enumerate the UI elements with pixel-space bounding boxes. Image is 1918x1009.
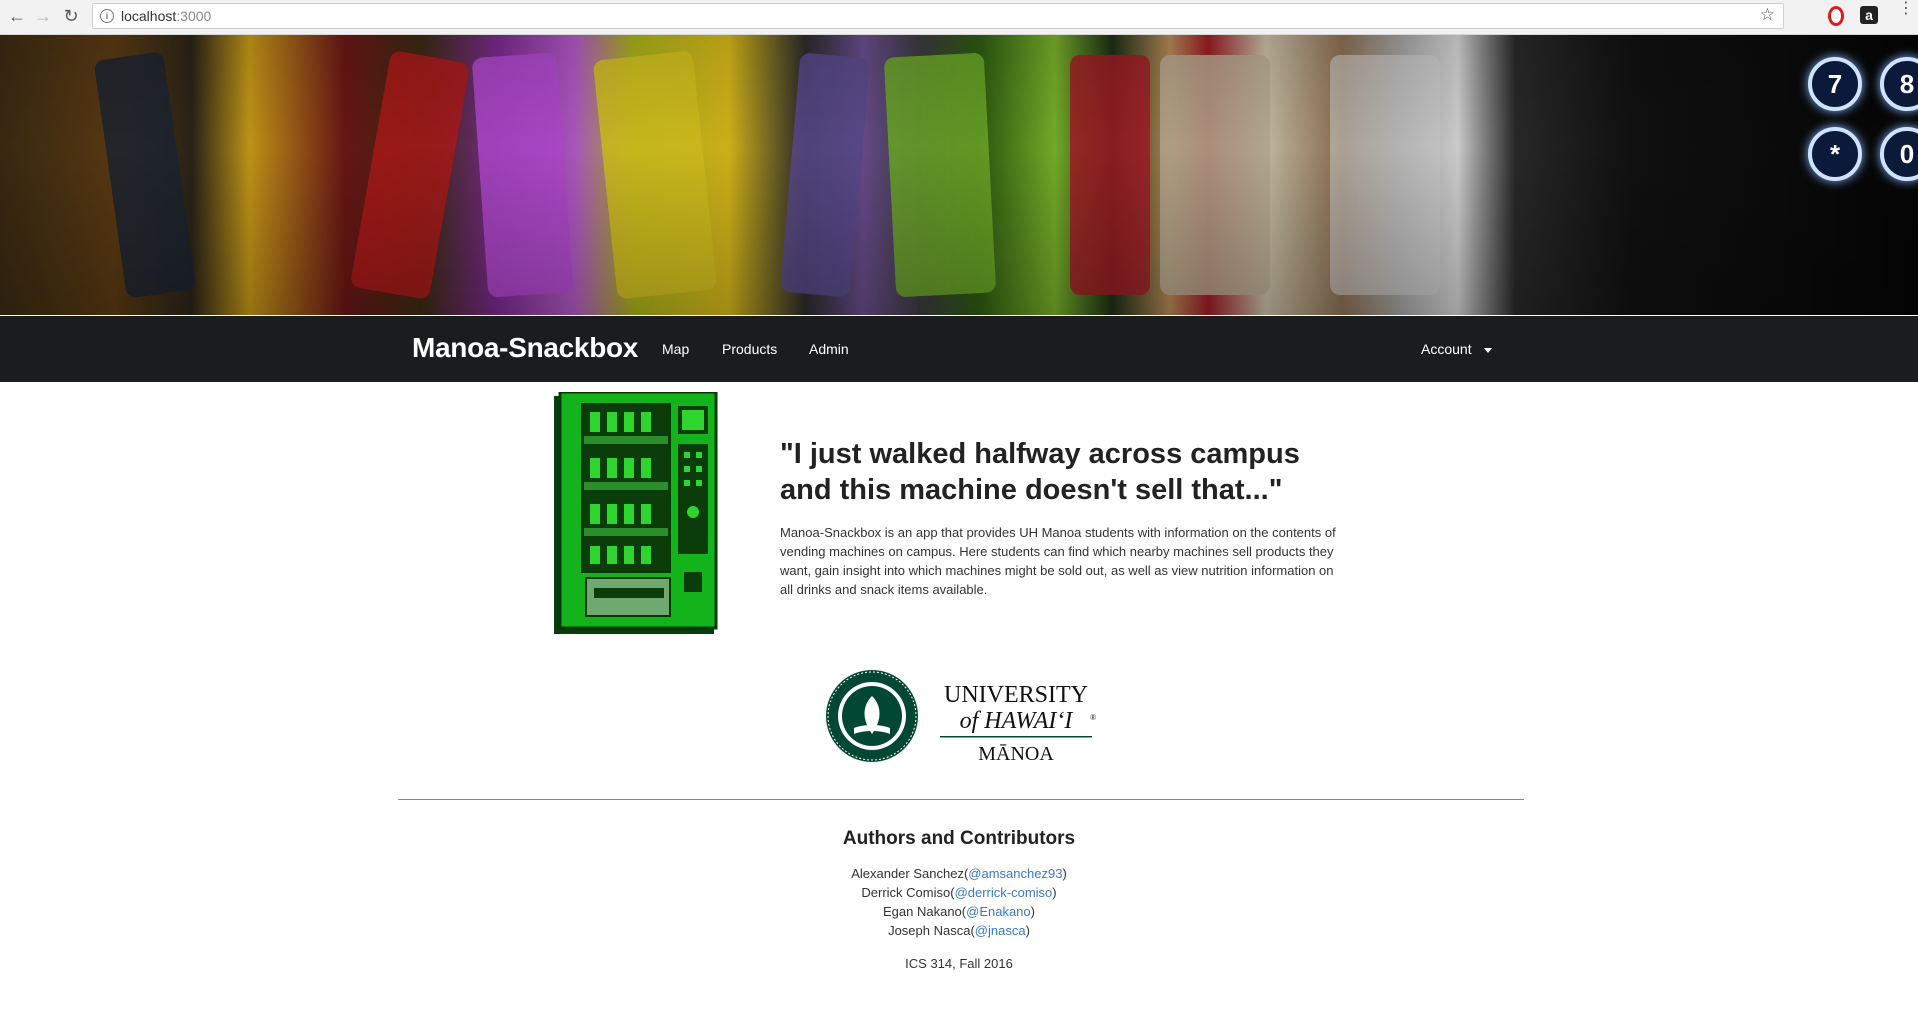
- back-icon[interactable]: ←: [6, 5, 28, 27]
- url-text: localhost:3000: [121, 8, 212, 24]
- caret-down-icon: [1483, 347, 1492, 353]
- keypad-button: 7: [1808, 57, 1862, 111]
- github-link[interactable]: @jnasca: [975, 923, 1026, 938]
- svg-text:®: ®: [1090, 713, 1096, 722]
- reload-icon[interactable]: ↻: [60, 5, 82, 27]
- authors-heading: Authors and Contributors: [842, 828, 1076, 849]
- browser-toolbar: ← → ↻ i localhost:3000 ☆ a ⋮: [0, 0, 1918, 35]
- github-link[interactable]: @derrick-comiso: [955, 885, 1053, 900]
- section-divider: [398, 799, 1524, 800]
- account-dropdown[interactable]: Account: [1421, 341, 1492, 357]
- forward-icon[interactable]: →: [32, 5, 54, 27]
- brand-link[interactable]: Manoa-Snackbox: [412, 332, 638, 364]
- author-line: Egan Nakano(@Enakano): [883, 904, 1035, 919]
- uh-wordmark-logo: UNIVERSITY of HAWAIʻI ® MĀNOA: [940, 682, 1096, 765]
- keypad-button: *: [1808, 127, 1862, 181]
- svg-text:of HAWAIʻI: of HAWAIʻI: [960, 708, 1074, 734]
- star-icon[interactable]: ☆: [1760, 5, 1775, 25]
- tagline-quote: "I just walked halfway across campus and…: [780, 438, 1300, 506]
- author-line: Derrick Comiso(@derrick-comiso): [861, 885, 1057, 900]
- github-link[interactable]: @Enakano: [966, 904, 1031, 919]
- nav-link-map[interactable]: Map: [662, 341, 689, 357]
- nav-link-admin[interactable]: Admin: [809, 341, 849, 357]
- svg-text:UNIVERSITY: UNIVERSITY: [944, 682, 1088, 708]
- opera-icon[interactable]: [1828, 6, 1844, 26]
- app-description: Manoa-Snackbox is an app that provides U…: [780, 525, 1336, 597]
- github-link[interactable]: @amsanchez93: [968, 866, 1062, 881]
- account-label: Account: [1421, 341, 1472, 357]
- top-navbar: Manoa-Snackbox Map Products Admin Accoun…: [0, 316, 1918, 382]
- address-bar[interactable]: i localhost:3000 ☆: [92, 3, 1784, 29]
- svg-text:MĀNOA: MĀNOA: [978, 743, 1054, 765]
- nav-link-products[interactable]: Products: [722, 341, 777, 357]
- course-info: ICS 314, Fall 2016: [905, 956, 1013, 971]
- hero-banner: 7 8 * 0: [0, 35, 1918, 315]
- author-line: Joseph Nasca(@jnasca): [888, 923, 1030, 938]
- info-icon[interactable]: i: [100, 9, 114, 23]
- author-line: Alexander Sanchez(@amsanchez93): [851, 866, 1067, 881]
- vending-machine-icon: [554, 392, 718, 634]
- amazon-icon[interactable]: a: [1860, 6, 1878, 24]
- uh-seal-logo: [826, 670, 918, 762]
- menu-icon[interactable]: ⋮: [1898, 1, 1914, 17]
